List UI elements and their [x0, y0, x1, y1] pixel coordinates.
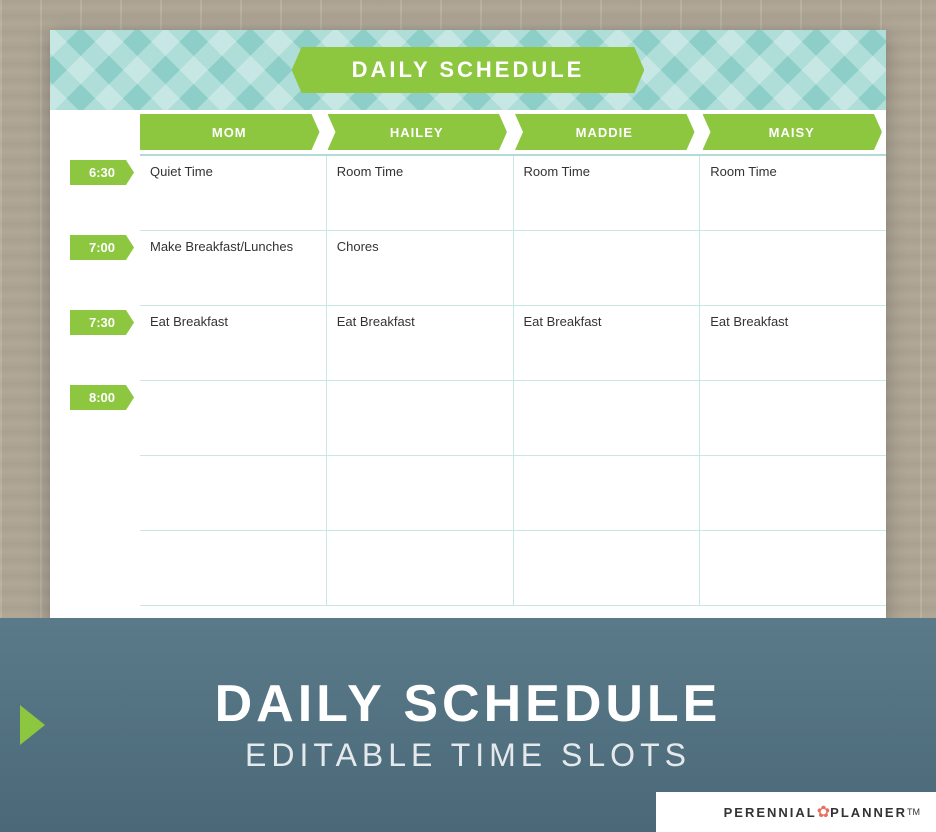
- grid-cell: [514, 456, 701, 530]
- grid-cell: [140, 531, 327, 605]
- grid-cell: [700, 231, 886, 305]
- grid-cell: Eat Breakfast: [700, 306, 886, 380]
- column-header-hailey: HAILEY: [328, 114, 508, 150]
- time-slot: 6:30: [50, 156, 140, 231]
- time-slot: [50, 531, 140, 606]
- grid-cell: Eat Breakfast: [514, 306, 701, 380]
- column-header-mom: MOM: [140, 114, 320, 150]
- grid-row: [140, 381, 886, 456]
- column-header-maddie: MADDIE: [515, 114, 695, 150]
- grid-cell: [514, 231, 701, 305]
- branding-perennial: PERENNIAL: [724, 805, 817, 820]
- bottom-arrow-icon: [20, 705, 45, 745]
- schedule-area: 6:30 7:00 7:30 8:00 MOMHAILEYMADDIEMAISY Qu…: [50, 110, 886, 648]
- grid-row: [140, 531, 886, 606]
- grid-row: [140, 456, 886, 531]
- bottom-subtitle: EDITABLE TIME SLOTS: [245, 737, 691, 774]
- schedule-page: DAILY SCHEDULE 6:30 7:00 7:30 8:00 MOMHAILE…: [50, 30, 886, 648]
- grid-cell: [700, 456, 886, 530]
- grid-cell: Eat Breakfast: [327, 306, 514, 380]
- grid-cell: Eat Breakfast: [140, 306, 327, 380]
- grid-cell: [327, 456, 514, 530]
- grid-cell: Room Time: [700, 156, 886, 230]
- grid-cell: Chores: [327, 231, 514, 305]
- chevron-header: DAILY SCHEDULE: [50, 30, 886, 110]
- grid-cell: [700, 381, 886, 455]
- grid-cell: [327, 381, 514, 455]
- column-header-maisy: MAISY: [703, 114, 883, 150]
- flower-icon: ✿: [817, 802, 830, 822]
- grid-area: MOMHAILEYMADDIEMAISY Quiet TimeRoom Time…: [140, 110, 886, 648]
- time-slot: 7:30: [50, 306, 140, 381]
- grid-rows: Quiet TimeRoom TimeRoom TimeRoom TimeMak…: [140, 156, 886, 648]
- time-column: 6:30 7:00 7:30 8:00: [50, 110, 140, 648]
- grid-row: Quiet TimeRoom TimeRoom TimeRoom Time: [140, 156, 886, 231]
- time-slot: [50, 456, 140, 531]
- column-headers: MOMHAILEYMADDIEMAISY: [140, 110, 886, 156]
- grid-cell: [327, 531, 514, 605]
- schedule-title: DAILY SCHEDULE: [352, 57, 585, 82]
- branding-planner: PLANNER: [830, 805, 907, 820]
- time-badge: 7:00: [70, 235, 134, 260]
- trademark-symbol: TM: [907, 807, 920, 817]
- grid-cell: [514, 531, 701, 605]
- grid-row: Eat BreakfastEat BreakfastEat BreakfastE…: [140, 306, 886, 381]
- branding-area: PERENNIAL ✿ PLANNER TM: [656, 792, 936, 832]
- time-badge: 6:30: [70, 160, 134, 185]
- grid-cell: Room Time: [514, 156, 701, 230]
- title-banner: DAILY SCHEDULE: [292, 47, 645, 93]
- time-badge: 7:30: [70, 310, 134, 335]
- grid-cell: [140, 381, 327, 455]
- bottom-main-title: DAILY SCHEDULE: [215, 676, 722, 733]
- grid-cell: [140, 456, 327, 530]
- time-slot: 8:00: [50, 381, 140, 456]
- time-slot: 7:00: [50, 231, 140, 306]
- grid-row: Make Breakfast/LunchesChores: [140, 231, 886, 306]
- grid-cell: [514, 381, 701, 455]
- bottom-banner: DAILY SCHEDULE EDITABLE TIME SLOTS PEREN…: [0, 618, 936, 832]
- grid-cell: Room Time: [327, 156, 514, 230]
- time-badge: 8:00: [70, 385, 134, 410]
- grid-cell: Make Breakfast/Lunches: [140, 231, 327, 305]
- grid-cell: [700, 531, 886, 605]
- grid-cell: Quiet Time: [140, 156, 327, 230]
